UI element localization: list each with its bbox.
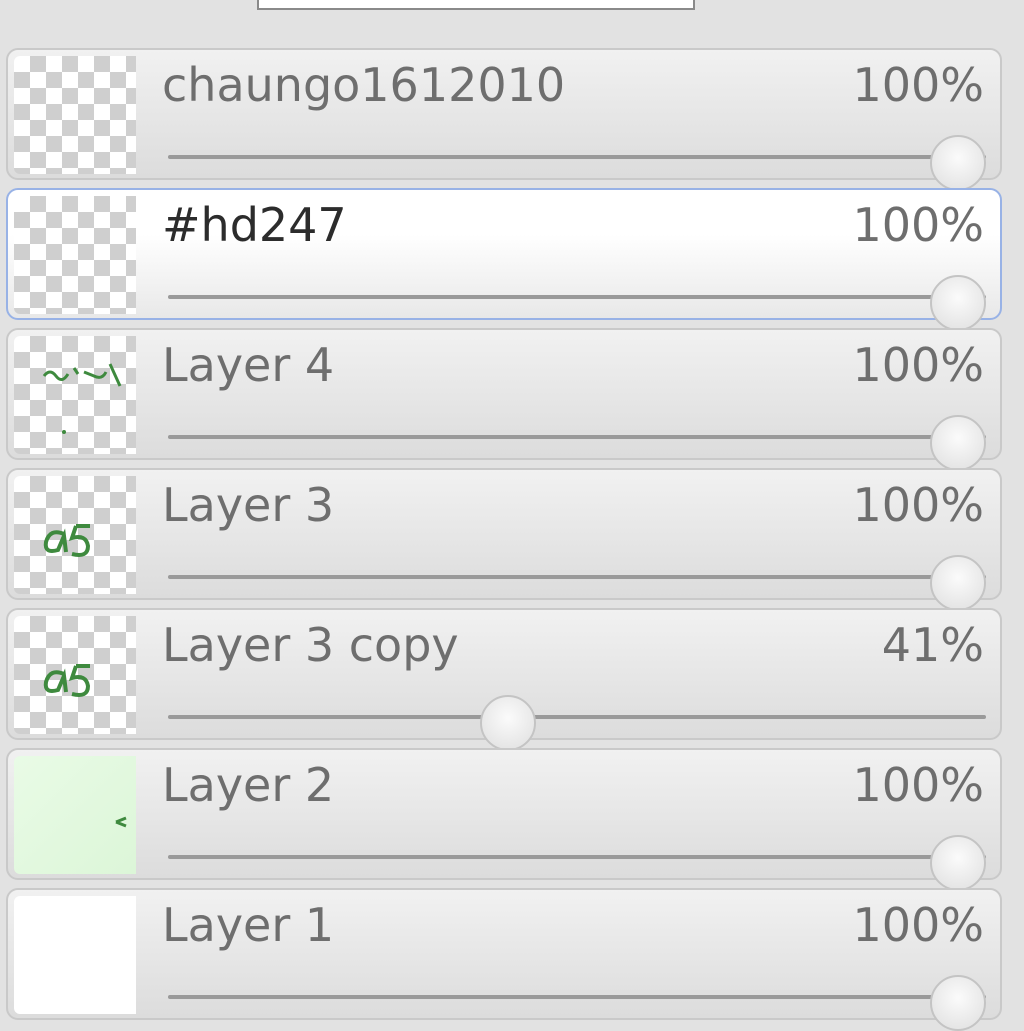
layer-name: Layer 3 copy <box>162 618 459 672</box>
opacity-slider-handle[interactable] <box>930 135 986 191</box>
layer-item[interactable]: Layer 4 100% <box>6 328 1002 471</box>
sketch-thumbnail-icon <box>42 363 122 434</box>
opacity-slider-track[interactable] <box>168 575 986 579</box>
layer-thumbnail <box>14 476 136 594</box>
layer-name: Layer 2 <box>162 758 335 812</box>
layer-name: Layer 4 <box>162 338 335 392</box>
layer-name: Layer 3 <box>162 478 335 532</box>
layer-opacity-value: 100% <box>852 758 984 812</box>
opacity-slider[interactable] <box>168 275 986 331</box>
layer-item[interactable]: Layer 3 copy 41% <box>6 608 1002 751</box>
layer-item[interactable]: Layer 1 100% <box>6 888 1002 1031</box>
layer-opacity-value: 100% <box>852 198 984 252</box>
opacity-slider-handle[interactable] <box>930 275 986 331</box>
layer-opacity-value: 100% <box>852 338 984 392</box>
opacity-slider[interactable] <box>168 835 986 891</box>
layer-thumbnail <box>14 616 136 734</box>
layer-opacity-value: 100% <box>852 478 984 532</box>
layer-item[interactable]: Layer 2 100% <box>6 748 1002 891</box>
opacity-slider-track[interactable] <box>168 715 986 719</box>
layer-opacity-value: 100% <box>852 898 984 952</box>
opacity-slider-track[interactable] <box>168 155 986 159</box>
opacity-slider-handle[interactable] <box>930 975 986 1031</box>
layer-thumbnail <box>14 336 136 454</box>
layer-opacity-value: 41% <box>881 618 984 672</box>
opacity-slider-handle[interactable] <box>930 555 986 611</box>
layer-thumbnail <box>14 56 136 174</box>
opacity-slider-track[interactable] <box>168 995 986 999</box>
a5-thumbnail-icon <box>43 524 91 557</box>
opacity-slider[interactable] <box>168 695 986 751</box>
opacity-slider-track[interactable] <box>168 435 986 439</box>
layer-name: #hd247 <box>162 198 347 252</box>
opacity-slider-handle[interactable] <box>480 695 537 751</box>
opacity-slider-track[interactable] <box>168 295 986 299</box>
mark-thumbnail-icon <box>115 816 127 828</box>
layer-name: Layer 1 <box>162 898 335 952</box>
layer-thumbnail <box>14 896 136 1014</box>
opacity-slider[interactable] <box>168 415 986 471</box>
layer-thumbnail <box>14 196 136 314</box>
opacity-slider[interactable] <box>168 555 986 611</box>
opacity-slider[interactable] <box>168 975 986 1031</box>
opacity-slider-handle[interactable] <box>930 835 986 891</box>
layer-item-selected[interactable]: #hd247 100% <box>6 188 1002 331</box>
opacity-slider-track[interactable] <box>168 855 986 859</box>
opacity-slider[interactable] <box>168 135 986 191</box>
layer-item[interactable]: chaungo1612010 100% <box>6 48 1002 191</box>
layer-name: chaungo1612010 <box>162 58 566 112</box>
layer-name-input[interactable] <box>257 0 695 10</box>
a5-thumbnail-icon <box>43 664 91 697</box>
opacity-slider-handle[interactable] <box>930 415 986 471</box>
layer-thumbnail <box>14 756 136 874</box>
layer-opacity-value: 100% <box>852 58 984 112</box>
layer-item[interactable]: Layer 3 100% <box>6 468 1002 611</box>
